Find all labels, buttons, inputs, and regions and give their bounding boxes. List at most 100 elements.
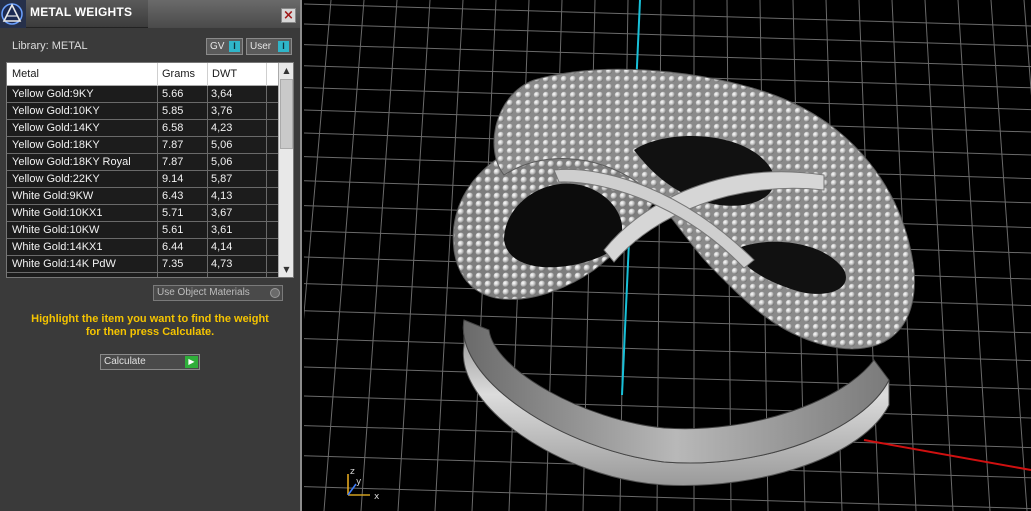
grid-line [304, 3, 1031, 27]
table-row[interactable]: Yellow Gold:18KY Royal 7.87 5,06 [7, 154, 279, 171]
dwt-cell: 4,23 [211, 122, 233, 134]
calculate-button[interactable]: Calculate ▶ [100, 354, 200, 370]
grid-line [304, 283, 1031, 307]
metal-name-cell: White Gold:14K PdW [12, 258, 116, 270]
play-arrow-icon: ▶ [185, 356, 198, 368]
table-row[interactable]: White Gold:14KX1 6.44 4,14 [7, 239, 279, 256]
app-logo-icon [0, 0, 26, 28]
table-row[interactable]: White Gold:14K PdW 7.35 4,73 [7, 256, 279, 273]
panel-titlebar[interactable]: METAL WEIGHTS × [0, 0, 300, 28]
grid-line [360, 0, 398, 511]
dwt-cell: 5,06 [211, 139, 233, 151]
grams-cell: 5.61 [162, 224, 184, 236]
user-toggle-label: User [250, 41, 272, 52]
grid-line [957, 0, 991, 511]
ring-model[interactable] [452, 68, 915, 486]
grid-line [990, 0, 1028, 511]
viewport-canvas: z y x [304, 0, 1031, 511]
metal-table[interactable]: Metal Grams DWT Yellow Gold:9KY 5.66 3,64 … [6, 62, 294, 278]
column-header-grams[interactable]: Grams [162, 68, 195, 80]
metal-name-cell: Yellow Gold:18KY [12, 139, 100, 151]
dwt-cell: 3,61 [211, 224, 233, 236]
use-object-materials-label: Use Object Materials [157, 287, 250, 298]
grid-line [397, 0, 431, 511]
panel-title: METAL WEIGHTS [30, 5, 133, 19]
metal-name-cell: Yellow Gold:14KY [12, 122, 100, 134]
titlebar-spacer [148, 0, 300, 28]
dwt-cell: 3,64 [211, 88, 233, 100]
table-row[interactable]: Yellow Gold:18KY 7.87 5,06 [7, 137, 279, 154]
grid-line [924, 0, 954, 511]
grams-cell: 6.44 [162, 241, 184, 253]
column-divider[interactable] [207, 63, 208, 86]
grid-line [304, 338, 1031, 362]
grams-cell: 7.87 [162, 156, 184, 168]
grams-cell: 5.71 [162, 207, 184, 219]
grid-line [304, 486, 1031, 510]
grid-line [304, 0, 332, 320]
dwt-cell: 3,76 [211, 105, 233, 117]
gv-toggle-indicator-icon: I [229, 41, 240, 52]
use-object-materials-toggle[interactable]: Use Object Materials [153, 285, 283, 301]
metal-name-cell: White Gold:10KW [12, 224, 100, 236]
metal-weights-panel: METAL WEIGHTS × Library: METAL GV I User… [0, 0, 302, 511]
grams-cell: 5.66 [162, 88, 184, 100]
column-header-dwt[interactable]: DWT [212, 68, 237, 80]
gizmo-label-x: x [374, 492, 380, 502]
metal-name-cell: Yellow Gold:10KY [12, 105, 100, 117]
table-row[interactable]: Yellow Gold:10KY 5.85 3,76 [7, 103, 279, 120]
grams-cell: 9.14 [162, 173, 184, 185]
metal-name-cell: Yellow Gold:18KY Royal [12, 156, 131, 168]
calculate-label: Calculate [104, 356, 146, 367]
metal-name-cell: White Gold:10KX1 [12, 207, 103, 219]
grid-line [304, 23, 1031, 47]
table-row[interactable]: White Gold:9KW 6.43 4,13 [7, 188, 279, 205]
dwt-cell: 5,87 [211, 173, 233, 185]
scroll-thumb[interactable] [280, 79, 293, 149]
metal-name-cell: Yellow Gold:9KY [12, 88, 94, 100]
table-row[interactable]: Yellow Gold:9KY 5.66 3,64 [7, 86, 279, 103]
gizmo-label-z: z [350, 467, 355, 477]
gv-toggle[interactable]: GV I [206, 38, 243, 55]
column-divider[interactable] [266, 63, 267, 86]
radio-indicator-icon [270, 288, 280, 298]
grid-line [304, 395, 1031, 419]
dwt-cell: 4,73 [211, 258, 233, 270]
scroll-down-arrow-icon[interactable]: ▼ [280, 263, 293, 276]
grid-line [304, 230, 1031, 254]
grams-cell: 7.87 [162, 139, 184, 151]
dwt-cell: 4,14 [211, 241, 233, 253]
close-button[interactable]: × [281, 8, 296, 23]
grams-cell: 7.35 [162, 258, 184, 270]
metal-name-cell: Yellow Gold:22KY [12, 173, 100, 185]
grams-cell: 6.43 [162, 190, 184, 202]
scroll-up-arrow-icon[interactable]: ▲ [280, 64, 293, 77]
table-header: Metal Grams DWT [7, 63, 279, 86]
table-row[interactable]: Yellow Gold:14KY 6.58 4,23 [7, 120, 279, 137]
dwt-cell: 5,06 [211, 156, 233, 168]
dwt-cell: 3,67 [211, 207, 233, 219]
user-toggle-indicator-icon: I [278, 41, 289, 52]
column-header-metal[interactable]: Metal [12, 68, 39, 80]
table-row[interactable]: White Gold:10KX1 5.71 3,67 [7, 205, 279, 222]
grams-cell: 5.85 [162, 105, 184, 117]
3d-viewport[interactable]: z y x [304, 0, 1031, 511]
table-row[interactable]: Yellow Gold:22KY 9.14 5,87 [7, 171, 279, 188]
library-label: Library: METAL [12, 40, 88, 52]
user-toggle[interactable]: User I [246, 38, 292, 55]
grid-line [304, 310, 1031, 334]
instruction-line: Highlight the item you want to find the … [31, 313, 269, 325]
table-scrollbar[interactable]: ▲ ▼ [278, 63, 293, 277]
gizmo-label-y: y [356, 477, 362, 487]
table-body: Yellow Gold:9KY 5.66 3,64 Yellow Gold:10KY… [7, 86, 279, 273]
gv-toggle-label: GV [210, 41, 225, 52]
metal-name-cell: White Gold:14KX1 [12, 241, 103, 253]
grid-line [304, 44, 1031, 68]
grid-line [1023, 0, 1031, 96]
table-row[interactable]: White Gold:10KW 5.61 3,61 [7, 222, 279, 239]
instruction-text: Highlight the item you want to find the … [10, 313, 290, 339]
column-divider[interactable] [157, 63, 158, 86]
grid-line [304, 366, 1031, 390]
instruction-line: for then press Calculate. [85, 326, 215, 338]
axis-x-line [863, 439, 1031, 471]
